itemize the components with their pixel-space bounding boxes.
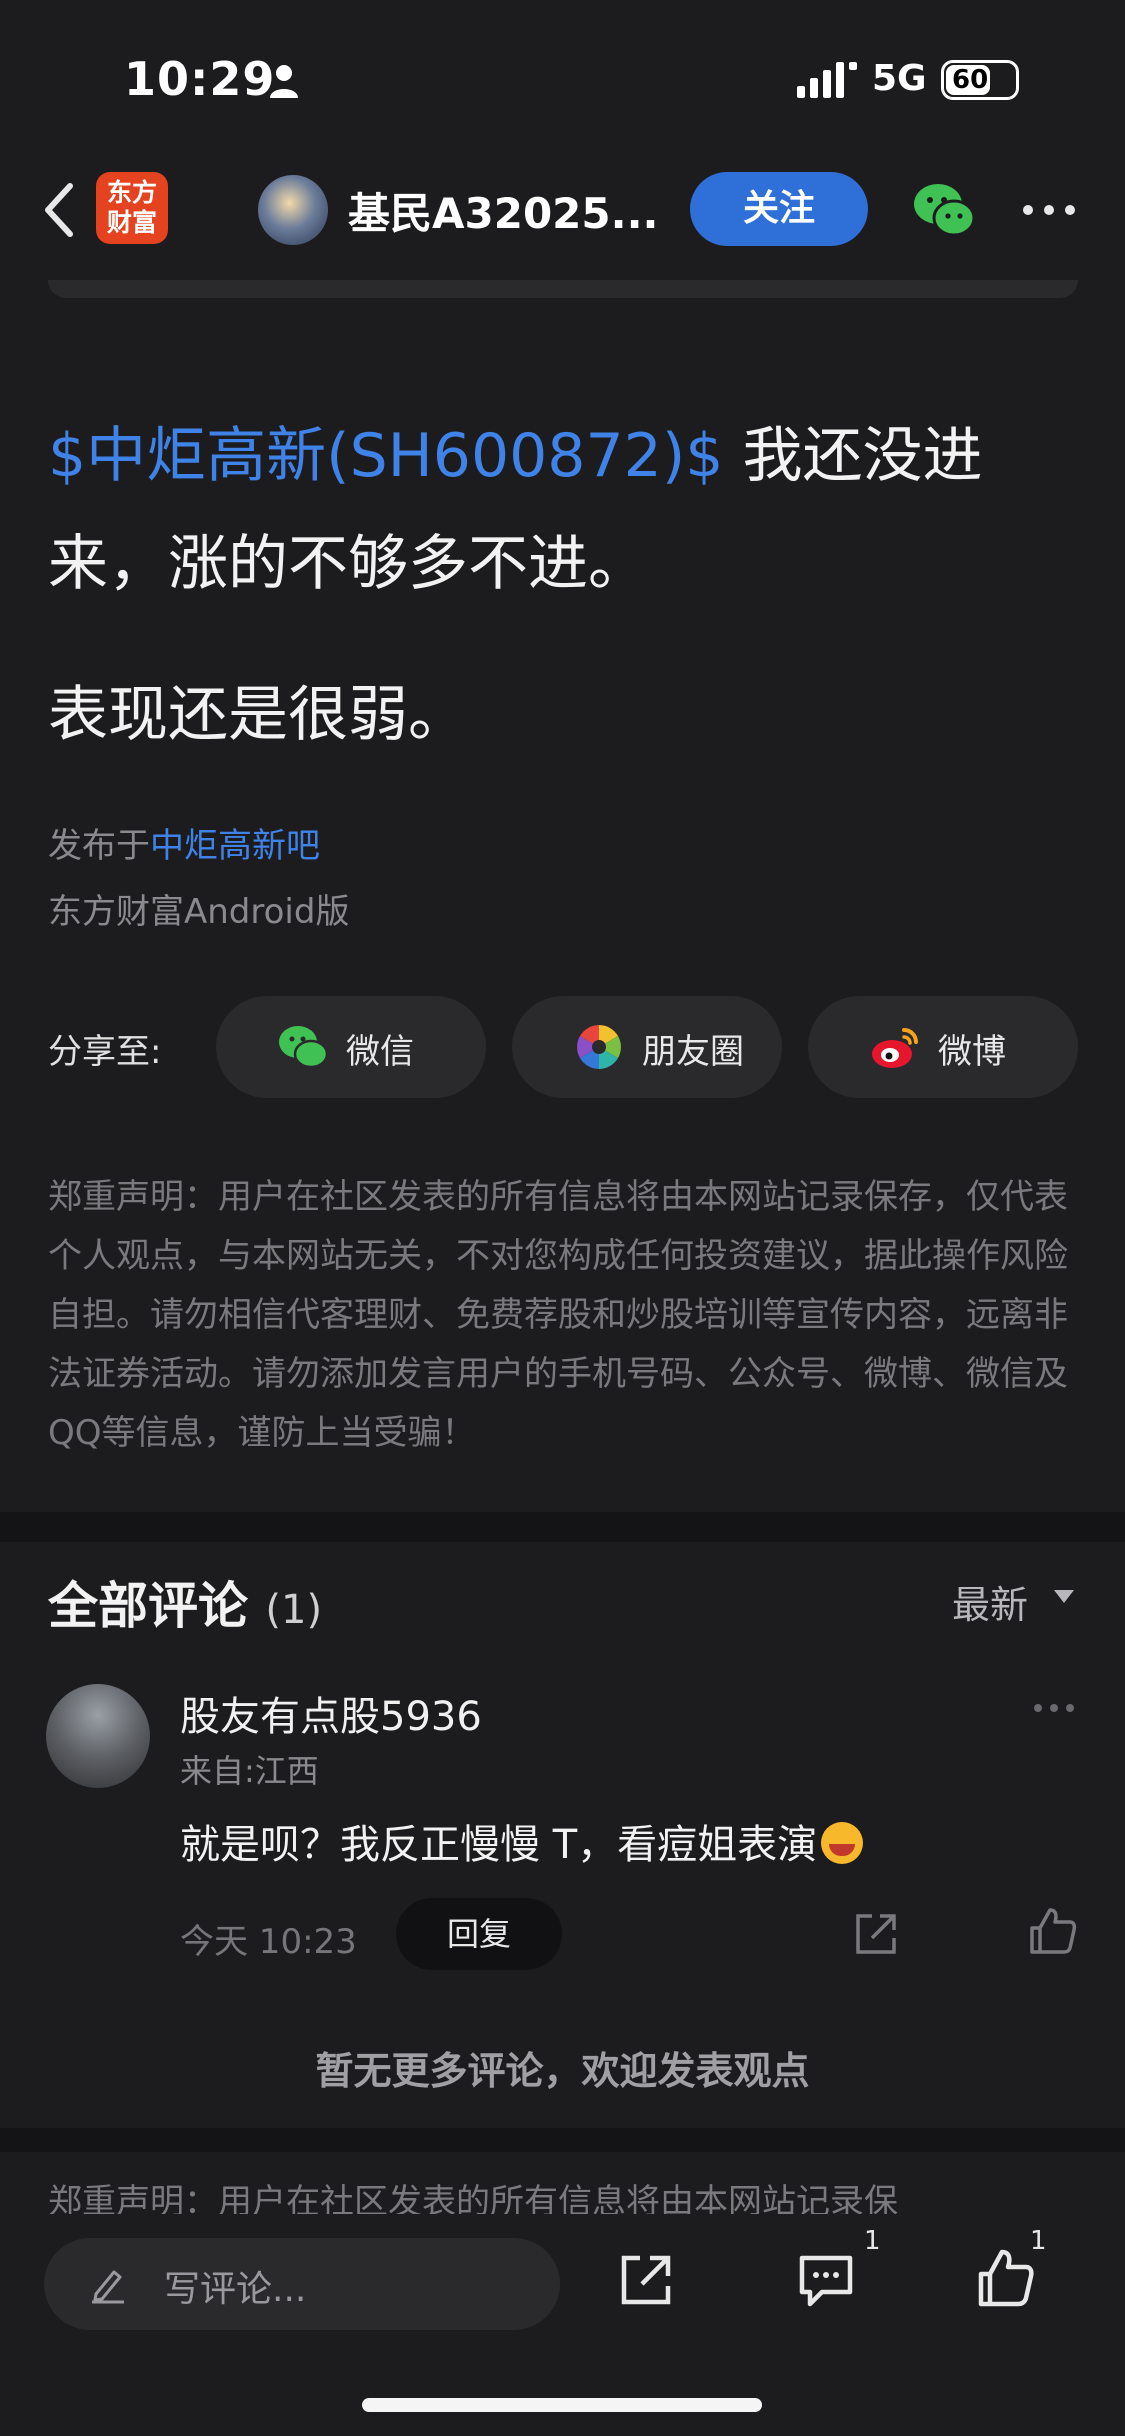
published-prefix: 发布于: [48, 826, 150, 866]
published-in: 发布于中炬高新吧: [48, 818, 320, 867]
back-icon[interactable]: [40, 180, 80, 240]
follow-button[interactable]: 关注: [690, 172, 868, 246]
home-indicator[interactable]: [362, 2398, 762, 2412]
network-type: 5G: [872, 58, 927, 99]
battery-level: 60: [952, 65, 989, 95]
status-time: 10:29: [124, 52, 276, 106]
reply-button[interactable]: 回复: [396, 1898, 562, 1970]
thumbs-up-icon[interactable]: [1028, 1906, 1078, 1956]
post-source: 东方财富Android版: [48, 892, 350, 932]
share-icon[interactable]: [616, 2250, 676, 2310]
caret-down-icon[interactable]: [1054, 1590, 1074, 1603]
commenter-avatar[interactable]: [46, 1684, 150, 1788]
post-text-part2: 表现还是很弱。: [48, 680, 468, 750]
no-more-comments: 暂无更多评论，欢迎发表观点: [315, 2049, 810, 2093]
comment-more-icon[interactable]: [1032, 1700, 1076, 1716]
thumbs-up-icon[interactable]: [976, 2248, 1036, 2308]
share-label-wechat: 微信: [346, 1032, 414, 1072]
comment-icon[interactable]: [796, 2252, 856, 2308]
logo-line1: 东方: [106, 178, 157, 207]
share-label-moments: 朋友圈: [642, 1032, 744, 1072]
post-text: $中炬高新(SH600872)$ 我还没进来，涨的不够多不进。: [48, 402, 1088, 618]
wechat-icon: [279, 1026, 328, 1069]
moments-icon: [577, 1025, 621, 1069]
comments-title: 全部评论 (1): [48, 1566, 322, 1638]
share-label: 分享至:: [48, 1032, 162, 1072]
section-divider: [0, 1512, 1125, 1542]
share-icon[interactable]: [852, 1910, 900, 1958]
share-label-weibo: 微博: [938, 1032, 1006, 1072]
commenter-name[interactable]: 股友有点股5936: [180, 1684, 482, 1742]
app-logo: 东方 财富: [96, 172, 168, 244]
person-icon: [270, 65, 298, 98]
commenter-location: 来自:江西: [180, 1752, 319, 1790]
weibo-icon: [872, 1028, 918, 1068]
logo-line2: 财富: [106, 208, 157, 237]
comment-text: 就是呗？我反正慢慢 T，看痘姐表演: [180, 1812, 864, 1870]
comment-time: 今天 10:23: [180, 1922, 357, 1962]
wechat-icon[interactable]: [912, 180, 976, 240]
disclaimer-text: 郑重声明：用户在社区发表的所有信息将由本网站记录保存，仅代表个人观点，与本网站无…: [48, 1177, 1068, 1453]
laughing-emoji-icon: [821, 1822, 864, 1864]
pencil-icon: [92, 2270, 124, 2304]
comment-text-body: 就是呗？我反正慢慢 T，看痘姐表演: [180, 1822, 818, 1868]
signal-icon: [797, 62, 857, 98]
comments-title-text: 全部评论: [48, 1577, 248, 1635]
bar-link[interactable]: 中炬高新吧: [150, 826, 320, 866]
share-wechat-button[interactable]: 微信: [216, 996, 486, 1098]
comment-input-placeholder[interactable]: 写评论...: [164, 2260, 306, 2312]
comments-count: (1): [265, 1587, 323, 1633]
previous-card-edge: [48, 280, 1078, 298]
author-avatar[interactable]: [258, 175, 328, 245]
comment-count-badge: 1: [864, 2226, 881, 2256]
battery-icon: 60: [941, 60, 1019, 100]
share-weibo-button[interactable]: 微博: [808, 996, 1078, 1098]
section-divider: [0, 2128, 1125, 2152]
author-name[interactable]: 基民A32025...: [348, 180, 659, 241]
like-count-badge: 1: [1030, 2226, 1047, 2256]
share-moments-button[interactable]: 朋友圈: [512, 996, 782, 1098]
sort-dropdown[interactable]: 最新: [952, 1574, 1028, 1629]
more-icon[interactable]: [1022, 200, 1076, 220]
stock-tag-link[interactable]: $中炬高新(SH600872)$: [48, 421, 723, 491]
